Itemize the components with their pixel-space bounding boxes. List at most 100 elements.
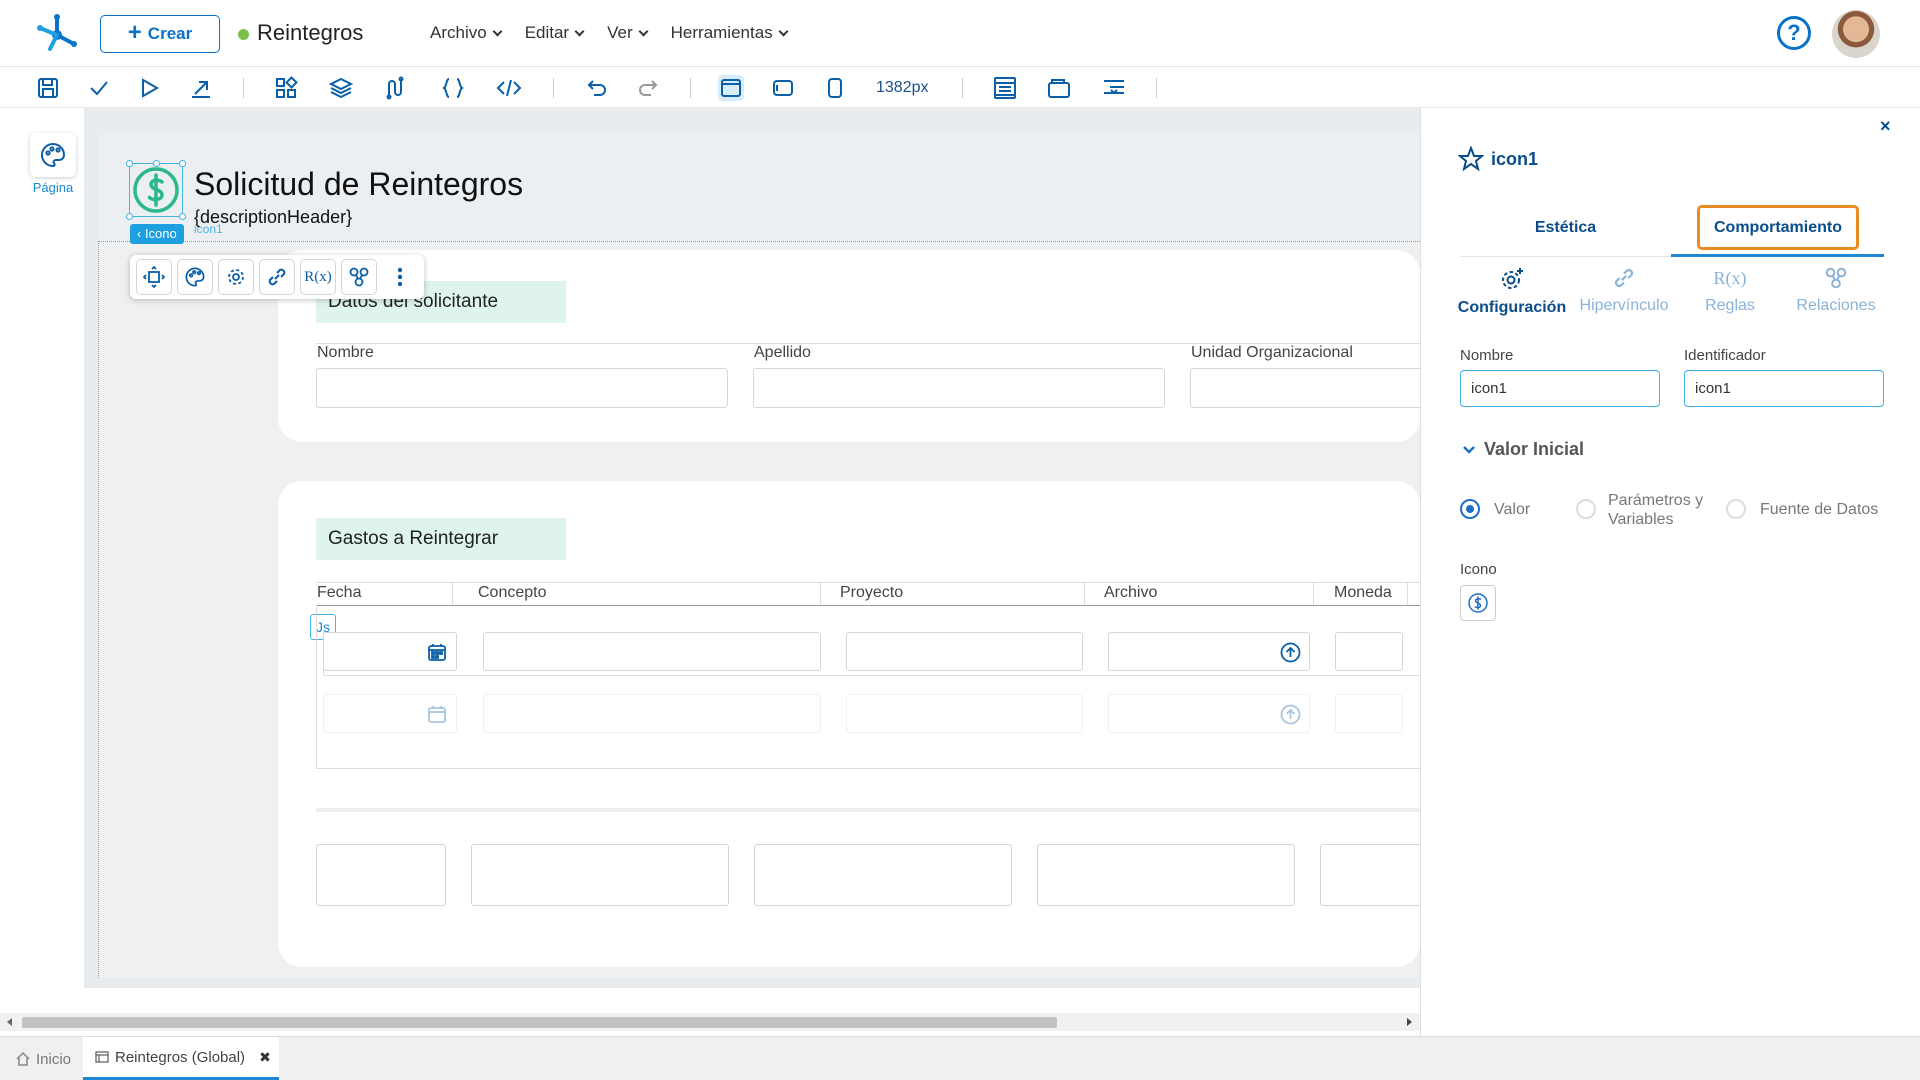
- component-context-toolbar: R(x): [130, 255, 424, 299]
- menu-ver[interactable]: Ver: [607, 23, 649, 43]
- dollar-circle-icon: [133, 167, 179, 213]
- active-tab-indicator: [1671, 254, 1884, 257]
- menu-editar[interactable]: Editar: [525, 23, 585, 43]
- avatar[interactable]: [1832, 10, 1880, 58]
- move-icon[interactable]: [136, 259, 172, 295]
- braces-icon[interactable]: [440, 75, 466, 101]
- calendar-icon[interactable]: [427, 642, 447, 662]
- data-flow-icon[interactable]: [383, 75, 409, 101]
- upload-icon[interactable]: [1280, 642, 1301, 663]
- valor-inicial-header[interactable]: Valor Inicial: [1462, 439, 1584, 460]
- nombre-input[interactable]: icon1: [1460, 370, 1660, 407]
- radio-valor-label: Valor: [1494, 501, 1531, 518]
- redo-icon[interactable]: [635, 75, 661, 101]
- relations-icon[interactable]: [341, 259, 377, 295]
- column-header-proyecto: Proyecto: [840, 584, 904, 601]
- moneda-input-template: [1335, 694, 1403, 733]
- menu-herramientas[interactable]: Herramientas: [671, 23, 789, 43]
- settings-sliders-icon[interactable]: [1101, 75, 1127, 101]
- more-vertical-icon[interactable]: [382, 259, 418, 295]
- chevron-down-icon: [492, 26, 503, 36]
- resize-handle[interactable]: [126, 213, 133, 220]
- column-divider: [1084, 582, 1085, 605]
- layout-template-icon[interactable]: [992, 75, 1018, 101]
- identificador-label: Identificador: [1684, 347, 1766, 364]
- scrollbar-thumb[interactable]: [22, 1017, 1057, 1028]
- horizontal-scrollbar[interactable]: [0, 1013, 1420, 1031]
- subtab-reglas[interactable]: R(x) Reglas: [1675, 266, 1785, 315]
- create-button[interactable]: + Crear: [100, 15, 220, 53]
- resize-handle[interactable]: [126, 160, 133, 167]
- tab-reintegros-global[interactable]: Reintegros (Global) ✖: [83, 1037, 279, 1080]
- tab-estetica[interactable]: Estética: [1460, 205, 1671, 250]
- subtab-configuracion[interactable]: Configuración: [1457, 266, 1567, 317]
- subtab-hipervinculo[interactable]: Hipervínculo: [1569, 266, 1679, 315]
- scroll-left-icon[interactable]: [7, 1018, 12, 1026]
- check-icon[interactable]: [86, 75, 112, 101]
- gear-icon: [1502, 268, 1523, 289]
- layers-icon[interactable]: [328, 75, 354, 101]
- archivo-input[interactable]: [1108, 632, 1310, 671]
- tab-inicio[interactable]: Inicio: [12, 1037, 75, 1080]
- nombre-field[interactable]: [316, 368, 728, 408]
- toolbar-separator: [243, 78, 244, 98]
- help-icon[interactable]: ?: [1777, 16, 1811, 50]
- link-icon: [1614, 268, 1634, 288]
- close-panel-icon[interactable]: ×: [1880, 116, 1891, 137]
- column-divider: [820, 582, 821, 605]
- editor-toolbar: 1382px: [0, 67, 1920, 108]
- star-icon[interactable]: [1458, 146, 1484, 172]
- subtab-relaciones[interactable]: Relaciones: [1781, 266, 1891, 315]
- play-icon[interactable]: [136, 75, 162, 101]
- upload-icon: [1280, 704, 1301, 725]
- icono-label: Icono: [1460, 561, 1497, 578]
- unidad-organizacional-field[interactable]: [1190, 368, 1422, 408]
- concepto-input[interactable]: [483, 632, 821, 671]
- toolbar-separator: [1156, 78, 1157, 98]
- folder-icon[interactable]: [1046, 75, 1072, 101]
- mobile-view-icon[interactable]: [822, 75, 848, 101]
- rules-icon: R(x): [1713, 268, 1747, 288]
- menu-archivo[interactable]: Archivo: [430, 23, 503, 43]
- link-icon[interactable]: [259, 259, 295, 295]
- page-subtitle: {descriptionHeader}: [194, 207, 353, 227]
- tab-reintegros-label: Reintegros (Global): [115, 1048, 246, 1066]
- undo-icon[interactable]: [584, 75, 610, 101]
- chevron-down-icon: [1463, 445, 1475, 454]
- tablet-view-icon[interactable]: [770, 75, 796, 101]
- apellido-field[interactable]: [753, 368, 1165, 408]
- selected-icon-component[interactable]: [126, 160, 186, 220]
- resize-handle[interactable]: [179, 160, 186, 167]
- table-header-bottom-line: [316, 605, 1420, 606]
- canvas-width-readout: 1382px: [876, 79, 929, 96]
- icon-picker[interactable]: [1460, 585, 1496, 621]
- page-palette-button[interactable]: [30, 133, 76, 177]
- scroll-right-icon[interactable]: [1407, 1018, 1412, 1026]
- publish-icon[interactable]: [188, 75, 214, 101]
- toolbar-separator: [962, 78, 963, 98]
- gear-icon[interactable]: [218, 259, 254, 295]
- save-icon[interactable]: [35, 75, 61, 101]
- selected-component-tag[interactable]: ‹ Icono: [130, 224, 184, 244]
- radio-parametros[interactable]: [1576, 499, 1596, 519]
- radio-fuente-datos[interactable]: [1726, 499, 1746, 519]
- code-icon[interactable]: [496, 75, 522, 101]
- app-logo-icon[interactable]: [36, 14, 78, 52]
- components-icon[interactable]: [273, 75, 299, 101]
- radio-valor[interactable]: [1460, 499, 1480, 519]
- moneda-input[interactable]: [1335, 632, 1403, 671]
- identificador-input[interactable]: icon1: [1684, 370, 1884, 407]
- rules-icon[interactable]: R(x): [300, 259, 336, 295]
- field-label-nombre: Nombre: [317, 344, 374, 361]
- page-label: Página: [32, 180, 74, 195]
- field-label-unidad: Unidad Organizacional: [1191, 344, 1353, 361]
- proyecto-input[interactable]: [846, 632, 1083, 671]
- fecha-input[interactable]: [323, 632, 457, 671]
- resize-handle[interactable]: [179, 213, 186, 220]
- resize-handle[interactable]: [153, 160, 160, 167]
- desktop-view-icon[interactable]: [718, 75, 744, 101]
- close-tab-icon[interactable]: ✖: [259, 1049, 271, 1066]
- table-header-top-line: [316, 582, 1420, 583]
- row-divider: [323, 675, 1420, 676]
- palette-icon[interactable]: [177, 259, 213, 295]
